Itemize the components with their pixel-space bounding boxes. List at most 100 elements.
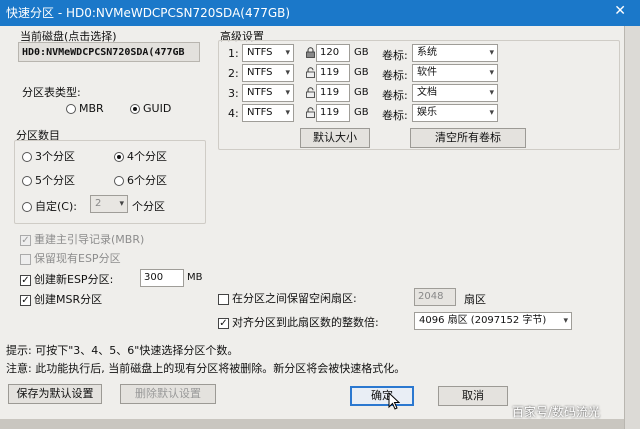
rebuild-mbr-option[interactable]: ✓ 重建主引导记录(MBR) — [20, 231, 144, 247]
fs-select[interactable]: NTFS ▾ — [242, 84, 294, 102]
radio-3-partitions[interactable]: 3个分区 — [22, 148, 75, 164]
unlock-icon[interactable] — [305, 67, 316, 78]
radio-5-indicator[interactable] — [22, 176, 32, 186]
disk-selector[interactable]: HD0:NVMeWDCPCSN720SDA(477GB — [18, 42, 200, 62]
gap-checkbox[interactable] — [218, 293, 229, 305]
close-icon[interactable]: ✕ — [614, 3, 626, 19]
fs-select[interactable]: NTFS ▾ — [242, 44, 294, 62]
keep-esp-checkbox[interactable] — [20, 253, 31, 265]
cancel-button[interactable]: 取消 — [438, 386, 508, 406]
radio-6-label: 6个分区 — [127, 174, 167, 187]
align-option[interactable]: ✓ 对齐分区到此扇区数的整数倍: — [218, 314, 379, 330]
create-esp-checkbox[interactable]: ✓ — [20, 274, 31, 286]
create-esp-label: 创建新ESP分区: — [34, 273, 114, 286]
radio-4-indicator[interactable] — [114, 152, 124, 162]
radio-guid[interactable]: GUID — [130, 102, 171, 115]
fs-value: NTFS — [247, 67, 273, 78]
create-msr-option[interactable]: ✓ 创建MSR分区 — [20, 291, 102, 307]
volume-label-value: 软件 — [417, 67, 437, 78]
custom-count-select[interactable]: 2 ▾ — [90, 195, 128, 213]
hint-tip: 提示: 可按下"3、4、5、6"快速选择分区个数。 — [6, 344, 239, 357]
fs-value: NTFS — [247, 87, 273, 98]
lock-icon[interactable] — [305, 47, 316, 58]
volume-label-caption: 卷标: — [382, 89, 408, 102]
esp-size-input[interactable]: 300 — [140, 269, 184, 287]
radio-6-indicator[interactable] — [114, 176, 124, 186]
fs-value: NTFS — [247, 47, 273, 58]
volume-label-value: 文档 — [417, 87, 437, 98]
gap-sectors-input[interactable]: 2048 — [414, 288, 456, 306]
radio-custom[interactable]: 自定(C): — [22, 198, 77, 214]
save-default-button[interactable]: 保存为默认设置 — [8, 384, 102, 404]
volume-label-caption: 卷标: — [382, 49, 408, 62]
create-esp-option[interactable]: ✓ 创建新ESP分区: — [20, 271, 113, 287]
default-size-button[interactable]: 默认大小 — [300, 128, 370, 148]
align-checkbox[interactable]: ✓ — [218, 317, 229, 329]
radio-mbr[interactable]: MBR — [66, 102, 104, 115]
radio-6-partitions[interactable]: 6个分区 — [114, 172, 167, 188]
size-unit: GB — [354, 87, 369, 98]
volume-label-select[interactable]: 系统 ▾ — [412, 44, 498, 62]
rebuild-mbr-label: 重建主引导记录(MBR) — [34, 233, 145, 246]
ok-button[interactable]: 确定 — [350, 386, 414, 406]
rebuild-mbr-checkbox[interactable]: ✓ — [20, 234, 31, 246]
radio-5-label: 5个分区 — [35, 174, 75, 187]
chevron-down-icon: ▾ — [285, 48, 290, 58]
gap-option[interactable]: 在分区之间保留空闲扇区: — [218, 290, 357, 306]
chevron-down-icon: ▾ — [489, 108, 494, 118]
align-label: 对齐分区到此扇区数的整数倍: — [232, 316, 379, 329]
partition-size-input[interactable]: 120 — [316, 44, 350, 62]
partition-size-input[interactable]: 119 — [316, 84, 350, 102]
chevron-down-icon: ▾ — [563, 316, 568, 326]
radio-4-label: 4个分区 — [127, 150, 167, 163]
radio-3-indicator[interactable] — [22, 152, 32, 162]
volume-label-select[interactable]: 娱乐 ▾ — [412, 104, 498, 122]
fs-select[interactable]: NTFS ▾ — [242, 104, 294, 122]
radio-guid-indicator[interactable] — [130, 104, 140, 114]
create-msr-checkbox[interactable]: ✓ — [20, 294, 31, 306]
chevron-down-icon: ▾ — [285, 68, 290, 78]
partition-size-input[interactable]: 119 — [316, 64, 350, 82]
esp-size-unit: MB — [187, 272, 203, 283]
window-title: 快速分区 - HD0:NVMeWDCPCSN720SDA(477GB) — [6, 6, 291, 20]
partition-index: 3: — [228, 87, 239, 100]
volume-label-select[interactable]: 软件 ▾ — [412, 64, 498, 82]
align-select[interactable]: 4096 扇区 (2097152 字节) ▾ — [414, 312, 572, 330]
chevron-down-icon: ▾ — [285, 88, 290, 98]
hint-note: 注意: 此功能执行后, 当前磁盘上的现有分区将被删除。新分区将会被快速格式化。 — [6, 362, 406, 375]
size-unit: GB — [354, 107, 369, 118]
volume-label-select[interactable]: 文档 ▾ — [412, 84, 498, 102]
custom-count-suffix: 个分区 — [132, 200, 165, 213]
partition-table-label: 分区表类型: — [22, 86, 81, 99]
size-unit: GB — [354, 47, 369, 58]
chevron-down-icon: ▾ — [489, 68, 494, 78]
fs-select[interactable]: NTFS ▾ — [242, 64, 294, 82]
keep-esp-option[interactable]: 保留现有ESP分区 — [20, 250, 121, 266]
partition-index: 1: — [228, 47, 239, 60]
chevron-down-icon: ▾ — [489, 88, 494, 98]
volume-label-caption: 卷标: — [382, 69, 408, 82]
radio-4-partitions[interactable]: 4个分区 — [114, 148, 167, 164]
radio-mbr-label: MBR — [79, 102, 104, 115]
radio-custom-indicator[interactable] — [22, 202, 32, 212]
background-window-edge — [624, 26, 640, 429]
create-msr-label: 创建MSR分区 — [34, 293, 103, 306]
unlock-icon[interactable] — [305, 87, 316, 98]
unlock-icon[interactable] — [305, 107, 316, 118]
keep-esp-label: 保留现有ESP分区 — [34, 252, 121, 265]
partition-size-input[interactable]: 119 — [316, 104, 350, 122]
volume-label-value: 系统 — [417, 47, 437, 58]
clear-labels-button[interactable]: 清空所有卷标 — [410, 128, 526, 148]
gap-label: 在分区之间保留空闲扇区: — [232, 292, 357, 305]
mouse-cursor-icon — [388, 392, 400, 410]
radio-3-label: 3个分区 — [35, 150, 75, 163]
volume-label-value: 娱乐 — [417, 107, 437, 118]
radio-guid-label: GUID — [143, 102, 172, 115]
partition-index: 4: — [228, 107, 239, 120]
radio-mbr-indicator[interactable] — [66, 104, 76, 114]
delete-default-button[interactable]: 删除默认设置 — [120, 384, 216, 404]
title-bar: 快速分区 - HD0:NVMeWDCPCSN720SDA(477GB) ✕ — [0, 0, 640, 26]
radio-5-partitions[interactable]: 5个分区 — [22, 172, 75, 188]
chevron-down-icon: ▾ — [119, 199, 124, 209]
partition-index: 2: — [228, 67, 239, 80]
